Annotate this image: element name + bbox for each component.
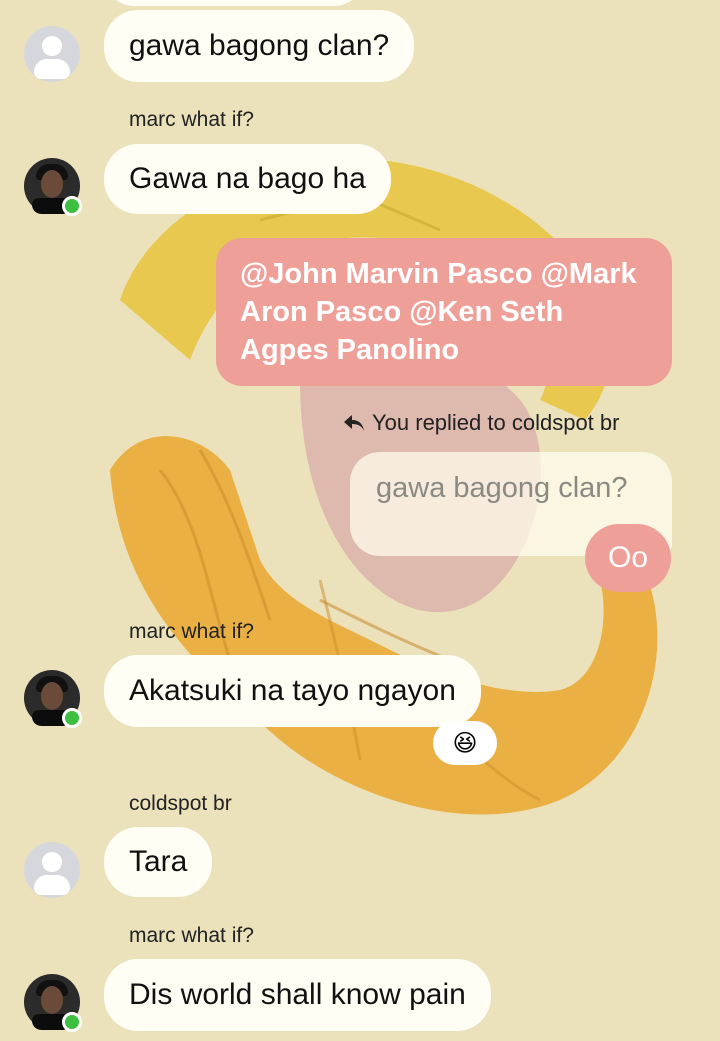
message-text: Tara [129, 845, 188, 878]
avatar-face-shape [41, 682, 63, 710]
avatar-shoulders-shape [34, 875, 70, 895]
avatar-face-shape [41, 170, 63, 198]
my-message-bubble[interactable]: @John Marvin Pasco @Mark Aron Pasco @Ken… [216, 238, 672, 386]
message-text: Gawa na bago ha [129, 162, 366, 195]
profile-photo-avatar[interactable] [24, 974, 82, 1032]
default-avatar-icon[interactable] [24, 842, 80, 898]
reply-arrow-icon [344, 415, 364, 431]
message-text: Akatsuki na tayo ngayon [129, 674, 456, 707]
quoted-message-text: gawa bagong clan? [376, 472, 628, 504]
sender-name: marc what if? [129, 924, 254, 947]
online-status-icon [62, 1012, 82, 1032]
message-bubble[interactable]: Tara [104, 827, 213, 897]
avatar-face-shape [41, 986, 63, 1014]
message-text-mentions: @John Marvin Pasco @Mark Aron Pasco @Ken… [240, 258, 637, 366]
message-text: Dis world shall know pain [129, 978, 466, 1011]
reaction-emoji: 😆 [452, 729, 478, 757]
message-bubble[interactable]: Gawa na bago ha [104, 144, 391, 214]
message-text: gawa bagong clan? [129, 29, 390, 62]
reply-indicator: You replied to coldspot br [342, 410, 619, 436]
avatar-shoulders-shape [34, 59, 70, 79]
online-status-icon [62, 708, 82, 728]
message-bubble[interactable]: Akatsuki na tayo ngayon [104, 655, 481, 727]
avatar-head-shape [42, 36, 62, 56]
message-bubble[interactable]: Dis world shall know pain [104, 959, 491, 1031]
previous-bubble-edge [104, 0, 364, 6]
sender-name: marc what if? [129, 620, 254, 643]
message-bubble[interactable]: gawa bagong clan? [104, 10, 415, 82]
sender-name: marc what if? [129, 108, 254, 131]
my-message-bubble[interactable]: Oo [585, 524, 671, 592]
profile-photo-avatar[interactable] [24, 670, 82, 728]
profile-photo-avatar[interactable] [24, 158, 82, 216]
avatar-head-shape [42, 852, 62, 872]
reply-indicator-text: You replied to coldspot br [372, 410, 620, 435]
laughing-reaction-icon[interactable]: 😆 [433, 721, 497, 765]
message-text: Oo [607, 541, 649, 574]
online-status-icon [62, 196, 82, 216]
default-avatar-icon[interactable] [24, 26, 80, 82]
sender-name: coldspot br [129, 792, 232, 815]
